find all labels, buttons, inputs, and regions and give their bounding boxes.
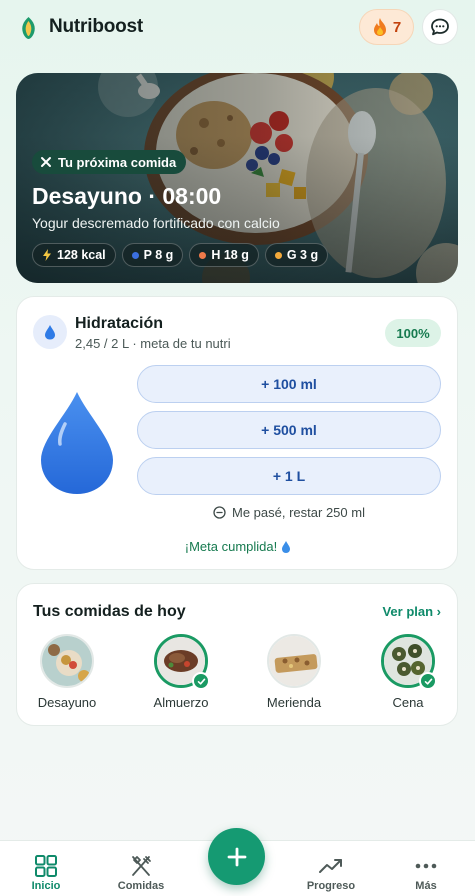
todays-meals-title: Tus comidas de hoy <box>33 603 186 620</box>
nav-progreso[interactable]: Progreso <box>291 853 371 892</box>
macro-kcal: 128 kcal <box>32 243 116 267</box>
next-meal-description: Yogur descremado fortificado con calcio <box>32 215 280 231</box>
add-fab-button[interactable] <box>208 828 265 885</box>
protein-dot-icon <box>131 251 139 259</box>
small-water-drop-icon <box>282 540 291 553</box>
meal-label-desayuno: Desayuno <box>37 695 97 710</box>
app-header: Nutriboost 7 <box>0 0 475 56</box>
bolt-icon <box>43 249 51 261</box>
hydration-card: Hidratación 2,45 / 2 L · meta de tu nutr… <box>16 296 458 570</box>
macro-kcal-label: 128 kcal <box>57 248 106 262</box>
app-title: Nutriboost <box>49 16 144 37</box>
next-meal-chip-label: Tu próxima comida <box>58 154 177 170</box>
fat-dot-icon <box>274 251 282 259</box>
meal-label-cena: Cena <box>392 695 424 710</box>
snack-food-image <box>269 636 319 686</box>
add-1l-button[interactable]: + 1 L <box>137 457 441 495</box>
breakfast-food-image <box>42 636 92 686</box>
goal-reached-message: ¡Meta cumplida! <box>17 539 459 554</box>
next-meal-card[interactable]: Tu próxima comida Desayuno · 08:00 Yogur… <box>16 73 458 283</box>
hydration-title: Hidratación <box>75 315 164 332</box>
todays-meals-card: Tus comidas de hoy Ver plan › Desayuno A… <box>16 583 458 726</box>
subtract-250ml-button[interactable]: Me pasé, restar 250 ml <box>137 505 441 520</box>
nav-mas[interactable]: Más <box>386 853 466 892</box>
nav-mas-label: Más <box>415 880 437 892</box>
chat-button[interactable] <box>422 9 458 45</box>
meal-item-almuerzo[interactable]: Almuerzo <box>131 634 231 710</box>
nav-progreso-label: Progreso <box>306 880 356 892</box>
streak-count: 7 <box>392 18 402 36</box>
meal-label-merienda: Merienda <box>266 695 322 710</box>
hydration-icon-badge <box>33 315 67 349</box>
meal-thumb-merienda <box>267 634 321 688</box>
more-dots-icon <box>415 863 437 869</box>
macro-protein-label: P 8 g <box>143 248 174 262</box>
meal-item-desayuno[interactable]: Desayuno <box>17 634 117 710</box>
nav-inicio[interactable]: Inicio <box>6 853 86 892</box>
meal-thumb-desayuno <box>40 634 94 688</box>
meal-item-cena[interactable]: Cena <box>358 634 458 710</box>
macro-carbs-label: H 18 g <box>211 248 249 262</box>
view-plan-link[interactable]: Ver plan › <box>382 604 441 619</box>
completed-check-icon <box>419 672 437 690</box>
hydration-percent-badge: 100% <box>385 319 441 347</box>
streak-badge[interactable]: 7 <box>359 9 414 45</box>
minus-circle-icon <box>213 506 226 519</box>
next-meal-chip: Tu próxima comida <box>32 150 187 174</box>
nutriboost-logo-icon <box>22 17 35 39</box>
macro-carbs: H 18 g <box>189 243 259 267</box>
trending-up-icon <box>319 859 342 873</box>
cutlery-nav-icon <box>132 856 151 876</box>
add-100ml-button[interactable]: + 100 ml <box>137 365 441 403</box>
large-water-drop-icon <box>41 392 113 494</box>
add-500ml-button[interactable]: + 500 ml <box>137 411 441 449</box>
macro-protein: P 8 g <box>121 243 184 267</box>
macro-fat: G 3 g <box>264 243 329 267</box>
grid-home-icon <box>35 855 57 877</box>
nav-comidas-label: Comidas <box>117 880 165 892</box>
hydration-subtitle: 2,45 / 2 L · meta de tu nutri <box>75 336 231 351</box>
subtract-250ml-label: Me pasé, restar 250 ml <box>232 505 365 520</box>
carbs-dot-icon <box>199 251 207 259</box>
meal-item-merienda[interactable]: Merienda <box>244 634 344 710</box>
water-drop-icon <box>45 325 55 340</box>
flame-icon <box>373 18 386 36</box>
cutlery-icon <box>41 157 51 167</box>
chat-bubble-icon <box>431 18 449 36</box>
meal-label-almuerzo: Almuerzo <box>153 695 209 710</box>
goal-reached-label: ¡Meta cumplida! <box>184 539 278 554</box>
next-meal-title: Desayuno · 08:00 <box>32 183 222 209</box>
nav-inicio-label: Inicio <box>31 880 61 892</box>
plus-icon <box>227 847 246 866</box>
nav-comidas[interactable]: Comidas <box>101 853 181 892</box>
macro-fat-label: G 3 g <box>286 248 319 262</box>
completed-check-icon <box>192 672 210 690</box>
macro-chips: 128 kcal P 8 g H 18 g G 3 g <box>32 243 329 267</box>
